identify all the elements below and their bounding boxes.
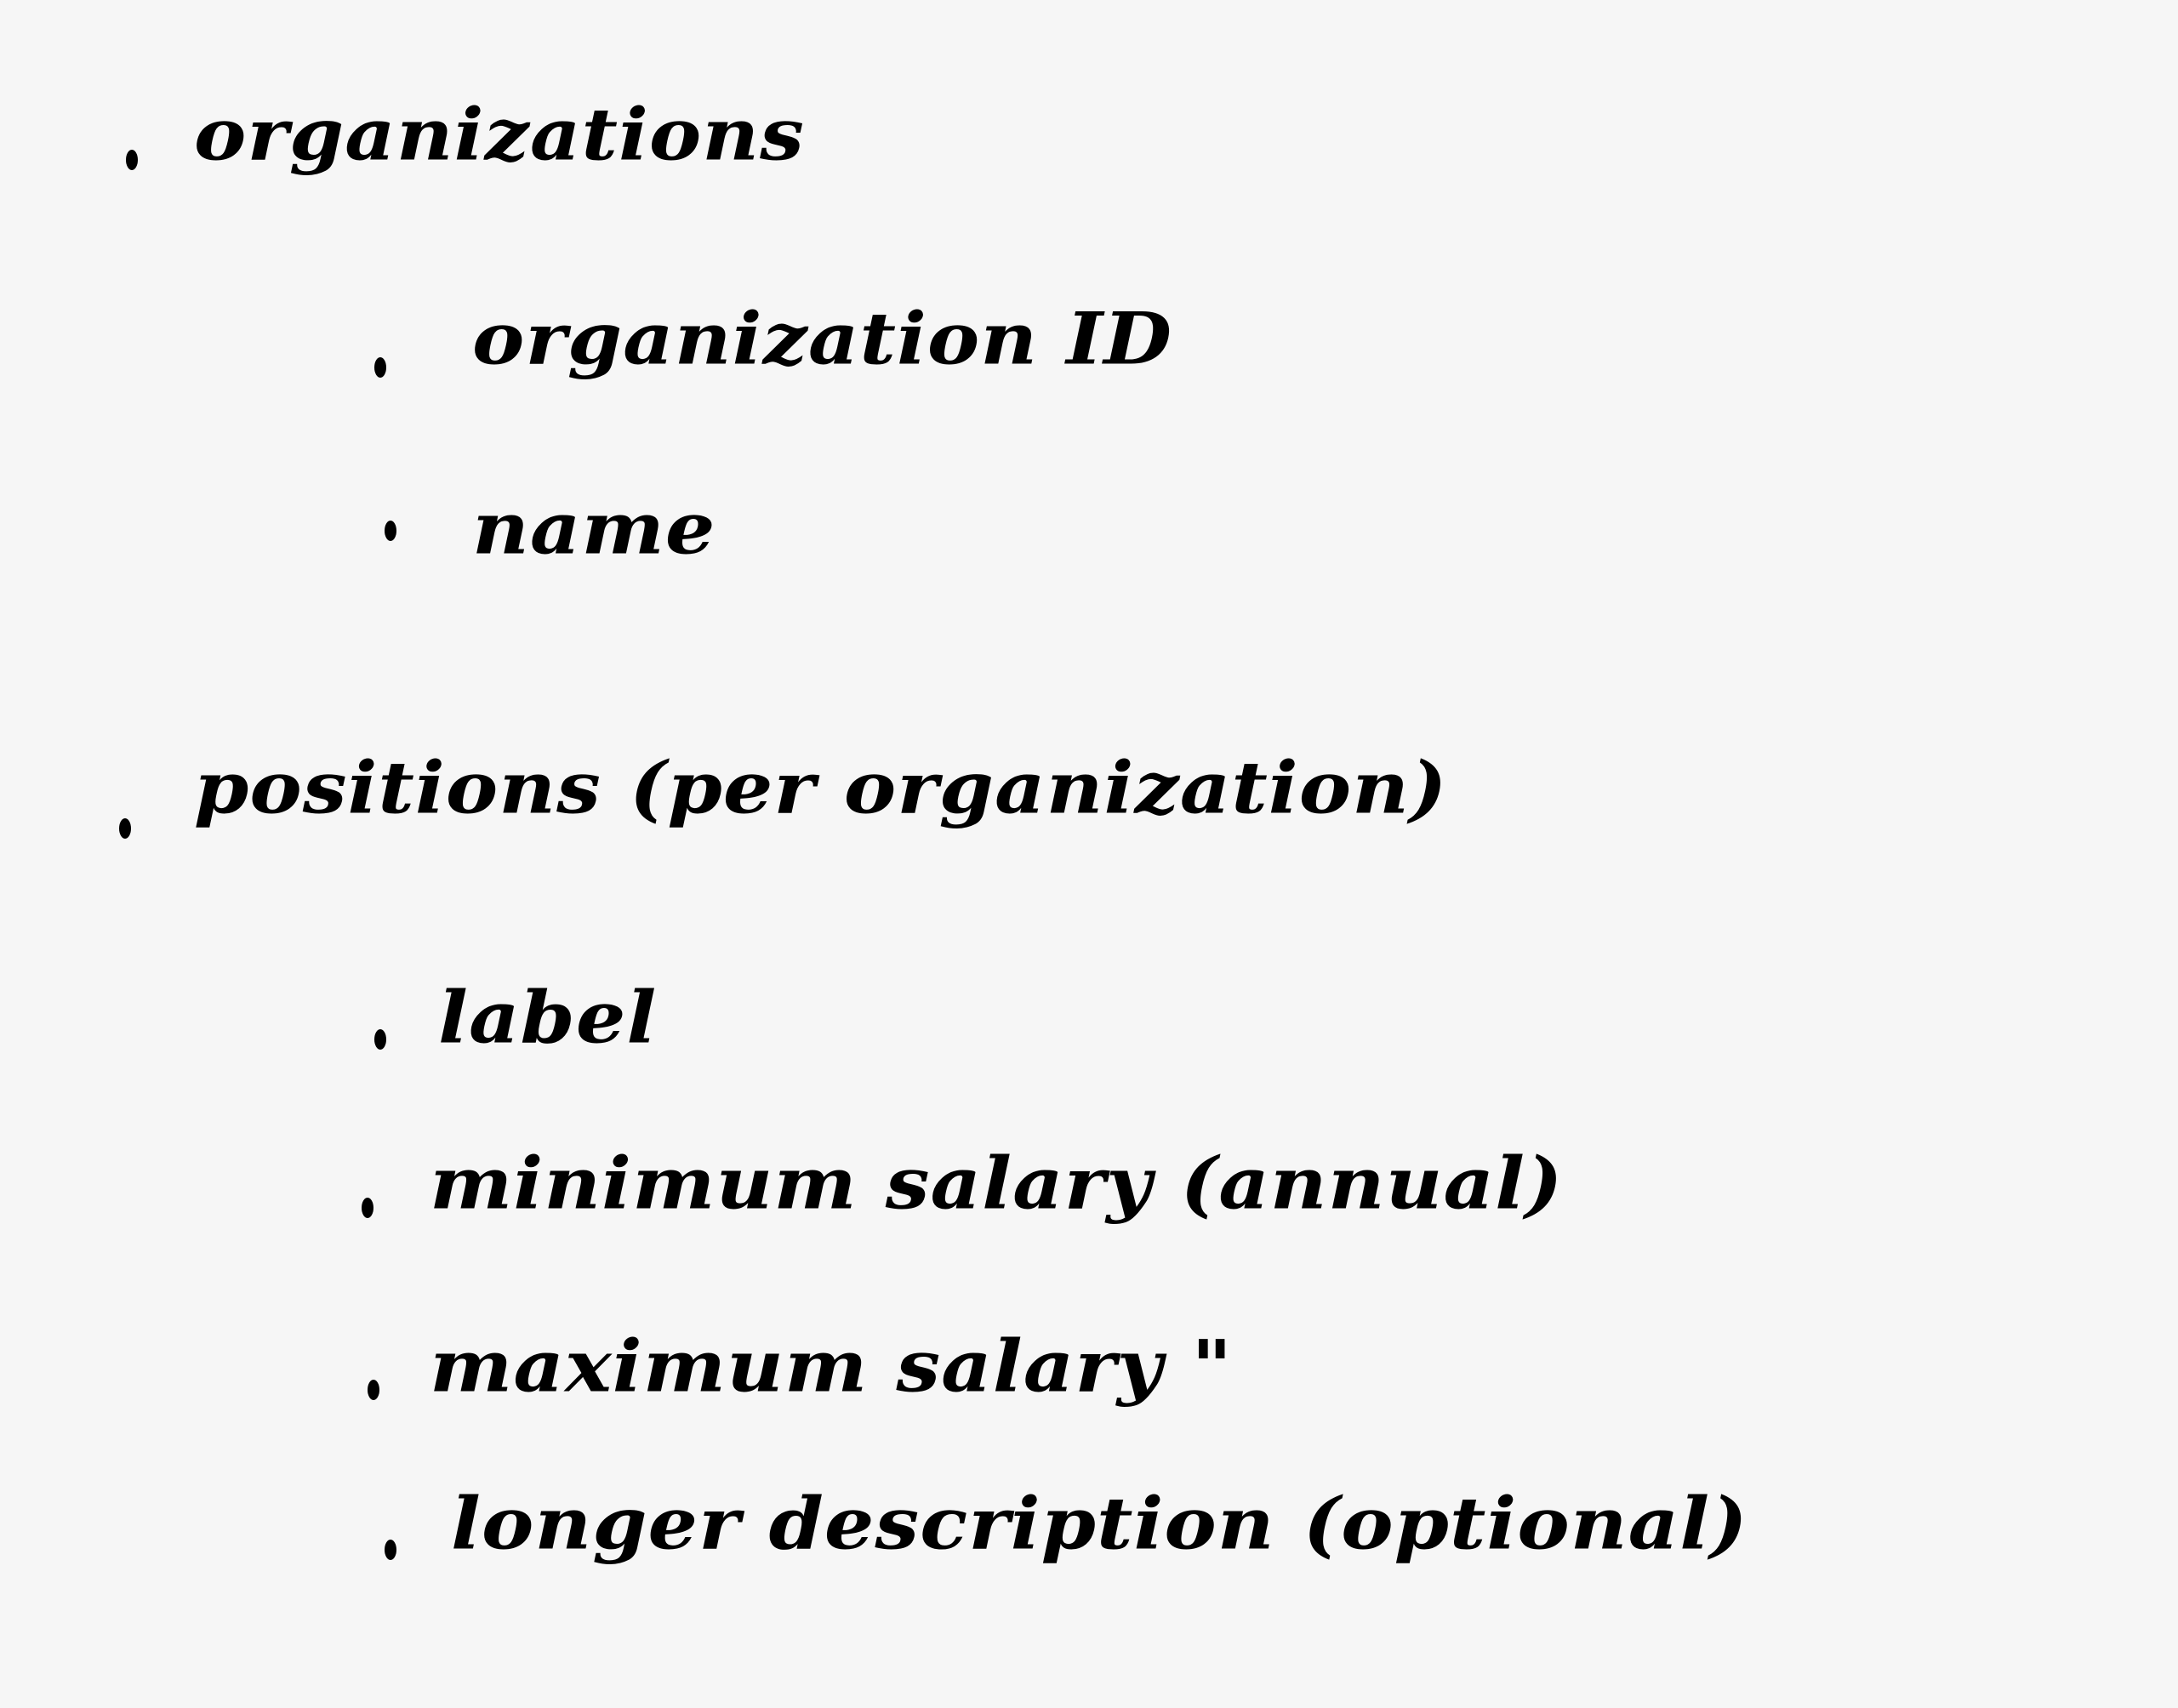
bullet-point [362, 1198, 373, 1218]
bullet-point [374, 1029, 386, 1050]
note-organization-id: organization ID [472, 296, 1173, 381]
bullet-point [368, 1380, 379, 1400]
bullet-point [374, 357, 386, 378]
note-positions: positions (per organization) [194, 745, 1448, 830]
bullet-point [385, 521, 396, 541]
bullet-point [119, 818, 131, 839]
note-maximum-salary: maximum salary " [430, 1324, 1234, 1409]
bullet-point [126, 150, 138, 170]
note-longer-description: longer description (optional) [451, 1481, 1748, 1566]
handwritten-notes-page: organizations organization ID name posit… [0, 0, 2178, 1708]
note-name: name [472, 486, 716, 571]
note-label: label [438, 975, 658, 1060]
note-organizations: organizations [194, 92, 805, 177]
note-minimum-salary: minimum salary (annual) [430, 1141, 1564, 1226]
bullet-point [385, 1540, 396, 1560]
